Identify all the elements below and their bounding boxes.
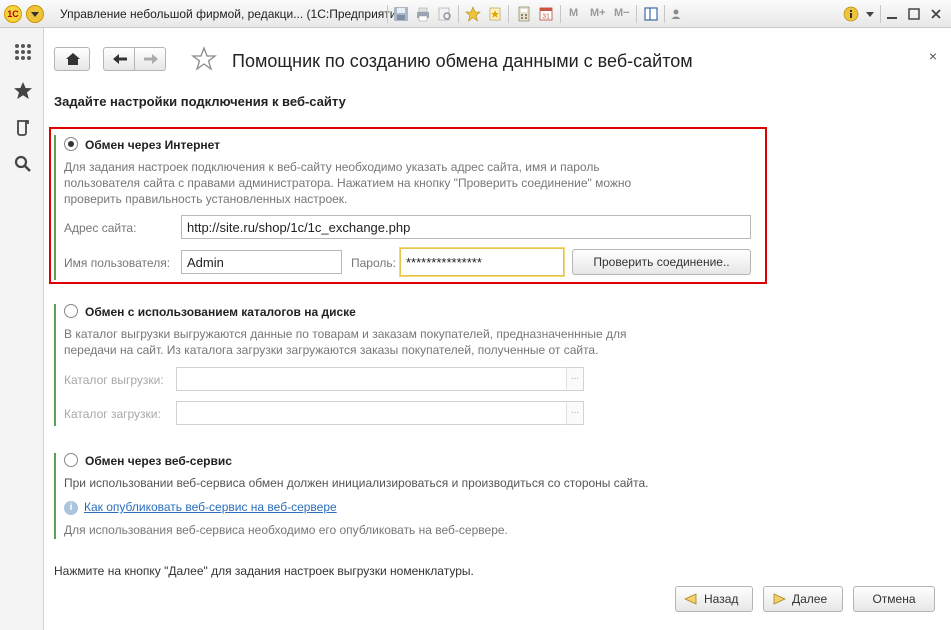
toolbar-separator — [880, 5, 881, 23]
export-catalog-label: Каталог выгрузки: — [64, 373, 164, 387]
username-input[interactable]: Admin — [181, 250, 342, 274]
toolbar-separator — [664, 5, 665, 23]
next-button-label: Далее — [792, 592, 828, 606]
search-icon[interactable] — [13, 154, 33, 174]
favorites-star-icon[interactable] — [13, 81, 33, 101]
catalogs-description-line-2: передачи на сайт. Из каталога загрузки з… — [64, 343, 599, 357]
maximize-icon[interactable] — [906, 6, 922, 22]
site-address-input[interactable]: http://site.ru/shop/1c/1c_exchange.php — [181, 215, 751, 239]
webservice-radio[interactable] — [64, 453, 78, 467]
export-catalog-choose-button[interactable]: ... — [566, 367, 584, 391]
svg-text:31: 31 — [542, 14, 550, 21]
toolbar-separator — [508, 5, 509, 23]
calculator-icon[interactable] — [516, 6, 532, 22]
export-catalog-input[interactable] — [176, 367, 567, 391]
arrow-right-icon — [144, 54, 158, 64]
grid-menu-icon[interactable] — [13, 42, 33, 62]
1c-logo-icon[interactable]: 1С — [4, 5, 22, 23]
info-icon: i — [64, 501, 78, 515]
memory-plus-button[interactable]: M+ — [590, 7, 606, 19]
preview-icon[interactable] — [437, 6, 453, 22]
next-button[interactable]: Далее — [763, 586, 843, 612]
webservice-description: При использовании веб-сервиса обмен долж… — [64, 476, 649, 490]
exchange-wizard-form: × Помощник по созданию обмена данными с … — [45, 28, 951, 630]
section-heading: Задайте настройки подключения к веб-сайт… — [54, 94, 346, 109]
internet-radio[interactable] — [64, 137, 78, 151]
import-catalog-input[interactable] — [176, 401, 567, 425]
toolbar-separator — [387, 5, 388, 23]
arrow-right-icon — [773, 593, 786, 605]
home-button[interactable] — [54, 47, 90, 71]
internet-description-line-2: пользователя сайта с правами администрат… — [64, 176, 632, 190]
password-label: Пароль: — [351, 256, 396, 270]
back-nav-button[interactable] — [103, 47, 135, 71]
calendar-icon[interactable]: 31 — [538, 6, 554, 22]
save-icon[interactable] — [393, 6, 409, 22]
title-bar: 1С Управление небольшой фирмой, редакци.… — [0, 0, 951, 28]
bookmark-icon[interactable] — [487, 6, 503, 22]
toolbar-separator — [560, 5, 561, 23]
forward-nav-button[interactable] — [134, 47, 166, 71]
home-icon — [66, 53, 80, 65]
info-menu-icon[interactable] — [843, 6, 859, 22]
info-dropdown-icon[interactable] — [862, 6, 878, 22]
memory-button[interactable]: M — [569, 7, 578, 19]
form-title: Помощник по созданию обмена данными с ве… — [232, 51, 693, 71]
minimize-icon[interactable] — [884, 6, 900, 22]
footer-hint: Нажмите на кнопку "Далее" для задания на… — [54, 564, 474, 578]
username-label: Имя пользователя: — [64, 256, 171, 270]
site-address-label: Адрес сайта: — [64, 221, 137, 235]
print-icon[interactable] — [415, 6, 431, 22]
arrow-left-icon — [113, 54, 127, 64]
catalogs-radio[interactable] — [64, 304, 78, 318]
webservice-note: Для использования веб-сервиса необходимо… — [64, 523, 508, 537]
window-title: Управление небольшой фирмой, редакци... … — [60, 7, 408, 21]
check-connection-button[interactable]: Проверить соединение.. — [572, 249, 751, 275]
catalogs-radio-label[interactable]: Обмен с использованием каталогов на диск… — [85, 305, 356, 319]
internet-radio-label[interactable]: Обмен через Интернет — [85, 138, 220, 152]
internet-description-line-3: проверить правильность установленных нас… — [64, 192, 348, 206]
history-icon[interactable] — [13, 118, 33, 138]
catalogs-description-line-1: В каталог выгрузки выгружаются данные по… — [64, 327, 627, 341]
internet-description-line-1: Для задания настроек подключения к веб-с… — [64, 160, 600, 174]
webservice-group-bar — [54, 453, 56, 539]
catalogs-group-bar — [54, 304, 56, 426]
toolbar-separator — [458, 5, 459, 23]
add-to-favorites-icon[interactable] — [465, 6, 481, 22]
toolbar-separator — [636, 5, 637, 23]
close-form-button[interactable]: × — [929, 48, 937, 64]
publish-webservice-link[interactable]: Как опубликовать веб-сервис на веб-серве… — [84, 500, 337, 514]
close-window-icon[interactable] — [928, 6, 944, 22]
left-panel — [0, 28, 44, 630]
import-catalog-choose-button[interactable]: ... — [566, 401, 584, 425]
back-button-label: Назад — [704, 592, 739, 606]
user-icon[interactable] — [668, 6, 684, 22]
arrow-left-icon — [684, 593, 697, 605]
back-button[interactable]: Назад — [675, 586, 753, 612]
webservice-radio-label[interactable]: Обмен через веб-сервис — [85, 454, 232, 468]
import-catalog-label: Каталог загрузки: — [64, 407, 161, 421]
password-input[interactable]: *************** — [400, 248, 564, 276]
panel-layout-icon[interactable] — [643, 6, 659, 22]
cancel-button[interactable]: Отмена — [853, 586, 935, 612]
favorite-star-icon[interactable] — [191, 46, 217, 72]
main-menu-dropdown-icon[interactable] — [26, 5, 44, 23]
memory-minus-button[interactable]: M− — [614, 7, 630, 19]
